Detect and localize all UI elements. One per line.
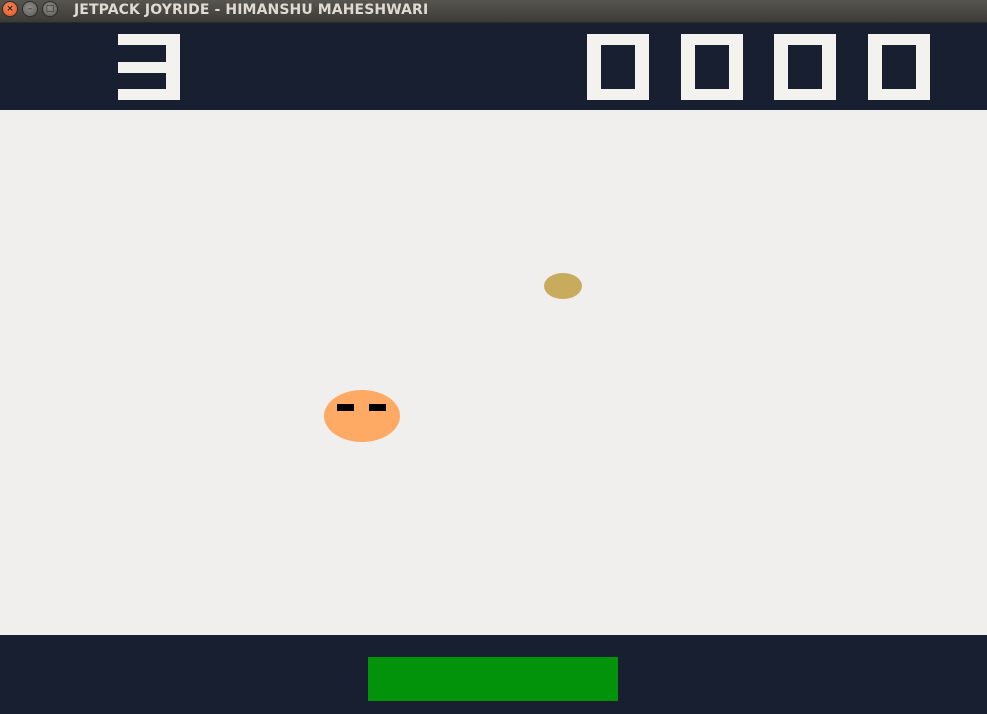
power-bar [368, 657, 618, 701]
digit-segment [587, 67, 601, 100]
digit-segment [587, 34, 601, 67]
player-right-eye [369, 404, 386, 411]
digit-segment [118, 89, 180, 100]
window-title: JETPACK JOYRIDE - HIMANSHU MAHESHWARI [74, 2, 429, 18]
score-digit [587, 34, 649, 100]
score-digit [868, 34, 930, 100]
digit-segment [916, 34, 930, 67]
digit-segment [774, 67, 788, 100]
score-digit [681, 34, 743, 100]
digit-segment [774, 34, 788, 67]
digit-segment [635, 34, 649, 67]
game-playfield[interactable] [0, 110, 987, 635]
minimize-icon[interactable]: – [22, 1, 38, 17]
digit-segment [729, 34, 743, 67]
coin [544, 273, 582, 299]
digit-segment [868, 67, 882, 100]
digit-segment [681, 34, 695, 67]
floor [0, 635, 987, 714]
digit-segment [681, 67, 695, 100]
player-character [324, 390, 400, 442]
lives-counter [118, 34, 180, 100]
digit-segment [868, 34, 882, 67]
maximize-icon[interactable]: □ [42, 1, 58, 17]
player-left-eye [337, 404, 354, 411]
top-hud [0, 23, 987, 110]
window-titlebar: × – □ JETPACK JOYRIDE - HIMANSHU MAHESHW… [0, 0, 987, 23]
score-digit [774, 34, 836, 100]
close-icon[interactable]: × [2, 1, 18, 17]
digit-segment [822, 34, 836, 67]
